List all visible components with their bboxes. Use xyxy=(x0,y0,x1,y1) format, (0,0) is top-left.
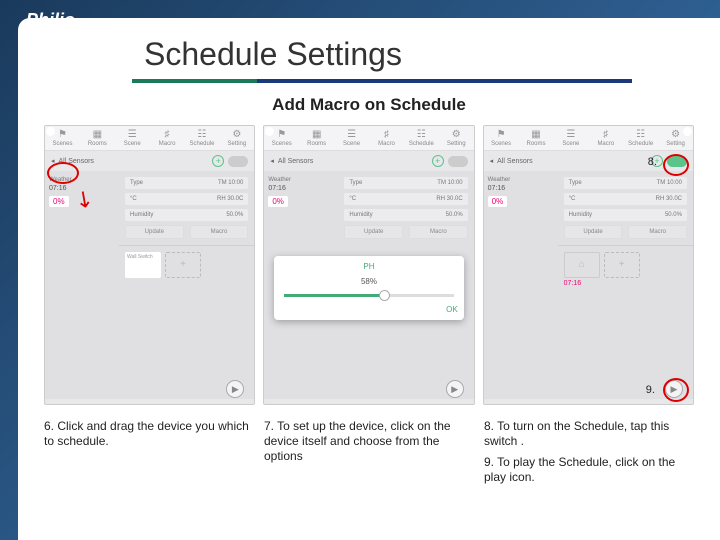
rooms-icon: ▦ xyxy=(80,130,115,140)
field-row: °CRH 30.0C xyxy=(125,193,248,205)
update-button[interactable]: Update xyxy=(125,225,184,239)
subtitle: Add Macro on Schedule xyxy=(42,95,696,115)
caption-6: 6. Click and drag the device you which t… xyxy=(44,419,254,491)
annotation-circle-8 xyxy=(663,154,689,176)
annotation-8: 8. xyxy=(648,156,657,168)
device-tile[interactable]: Wall Switch xyxy=(125,252,161,278)
field-row: Humidity50.0% xyxy=(125,209,248,221)
annotation-9: 9. xyxy=(646,384,655,396)
field-row: TypeTM 10:00 xyxy=(125,177,248,189)
pct-label: 0% xyxy=(49,196,69,207)
macro-icon: ♯ xyxy=(150,130,185,140)
schedule-toggle[interactable] xyxy=(228,156,248,167)
popup-title: PH xyxy=(280,262,457,271)
nav-rooms[interactable]: ▦Rooms xyxy=(80,126,115,150)
title-underline xyxy=(132,79,632,83)
schedule-icon: ☷ xyxy=(185,130,220,140)
scene-icon: ☰ xyxy=(115,130,150,140)
popup-percent: 58% xyxy=(280,277,457,286)
page-title: Schedule Settings xyxy=(144,36,402,73)
add-tile[interactable]: + xyxy=(165,252,201,278)
add-icon[interactable]: + xyxy=(212,155,224,167)
caption-89: 8. To turn on the Schedule, tap this swi… xyxy=(484,419,694,491)
screenshot-6: ⚑Scenes ▦Rooms ☰Scene ♯Macro ☷Schedule ⚙… xyxy=(44,125,255,405)
nav-setting[interactable]: ⚙Setting xyxy=(219,126,254,150)
screenshot-7: ⚑Scenes ▦Rooms ☰Scene ♯Macro ☷Schedule ⚙… xyxy=(263,125,474,405)
screenshot-8: ⚑Scenes ▦Rooms ☰Scene ♯Macro ☷Schedule ⚙… xyxy=(483,125,694,405)
captions-row: 6. Click and drag the device you which t… xyxy=(42,419,696,491)
app-nav: ⚑Scenes ▦Rooms ☰Scene ♯Macro ☷Schedule ⚙… xyxy=(45,126,254,151)
nav-scene[interactable]: ☰Scene xyxy=(115,126,150,150)
annotation-circle xyxy=(47,162,79,184)
logo: Philio xyxy=(26,10,75,31)
gear-icon: ⚙ xyxy=(219,130,254,140)
macro-button[interactable]: Macro xyxy=(190,225,249,239)
brightness-slider[interactable] xyxy=(284,294,453,297)
device-track[interactable]: Wall Switch + xyxy=(125,252,248,278)
caption-7: 7. To set up the device, click on the de… xyxy=(264,419,474,491)
slide: Schedule Settings Add Macro on Schedule … xyxy=(18,18,720,540)
ok-button[interactable]: OK xyxy=(280,305,457,314)
screenshots-row: ⚑Scenes ▦Rooms ☰Scene ♯Macro ☷Schedule ⚙… xyxy=(42,125,696,405)
nav-macro[interactable]: ♯Macro xyxy=(150,126,185,150)
sensors-label[interactable]: All Sensors xyxy=(59,158,209,165)
device-popup: PH 58% OK xyxy=(274,256,463,320)
slider-knob[interactable] xyxy=(379,290,390,301)
nav-schedule[interactable]: ☷Schedule xyxy=(185,126,220,150)
annotation-circle-9 xyxy=(663,378,689,402)
